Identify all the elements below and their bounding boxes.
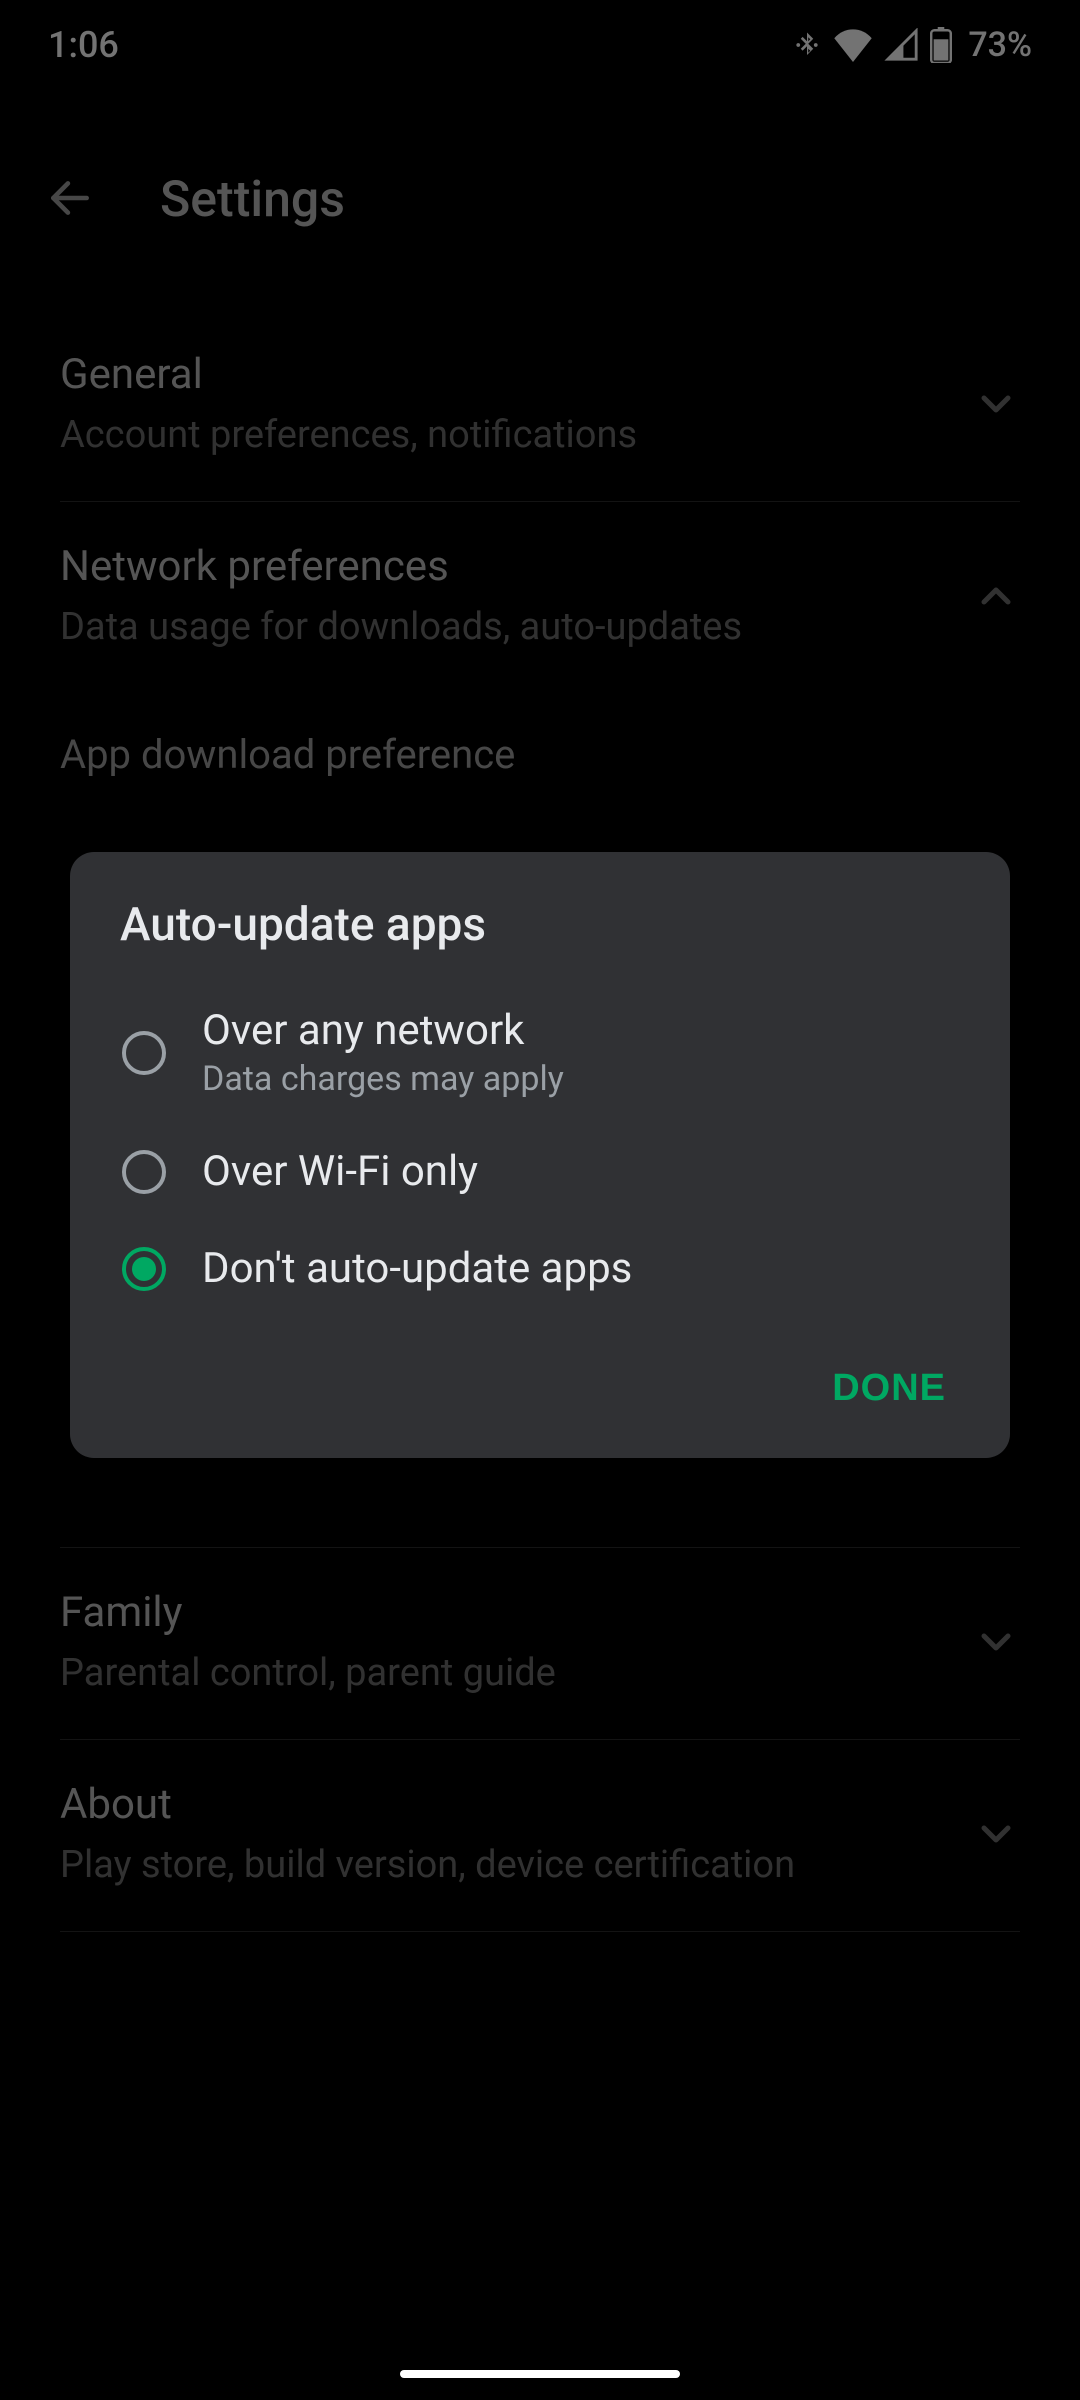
radio-icon [120,1245,168,1293]
radio-icon [120,1029,168,1077]
done-button[interactable]: DONE [818,1357,960,1420]
auto-update-dialog: Auto-update apps Over any network Data c… [70,852,1010,1458]
radio-icon [120,1148,168,1196]
option-label: Over Wi-Fi only [202,1147,478,1196]
dialog-actions: DONE [70,1317,1010,1430]
option-dont-auto-update[interactable]: Don't auto-update apps [70,1220,1010,1317]
option-over-any-network[interactable]: Over any network Data charges may apply [70,982,1010,1123]
option-sublabel: Data charges may apply [202,1059,564,1099]
option-over-wifi-only[interactable]: Over Wi-Fi only [70,1123,1010,1220]
option-label: Don't auto-update apps [202,1244,632,1293]
dialog-title: Auto-update apps [70,898,1010,982]
option-label: Over any network [202,1006,564,1055]
home-indicator[interactable] [400,2370,680,2378]
